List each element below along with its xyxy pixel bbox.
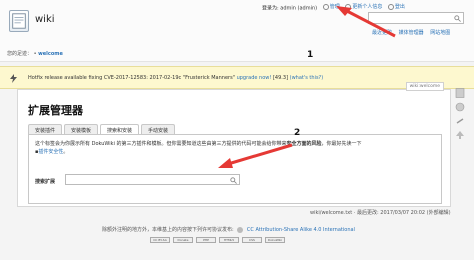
license-link[interactable]: CC Attribution-Share Alike 4.0 Internati… xyxy=(247,227,355,233)
badge-dokuwiki[interactable]: DokuWiki xyxy=(265,237,285,243)
badge-php[interactable]: PHP xyxy=(196,237,216,243)
sitemap-link[interactable]: 网站地图 xyxy=(430,30,450,36)
site-tools: 最近更改 媒体管理器 网站地图 xyxy=(367,29,450,36)
search-icon[interactable] xyxy=(454,15,461,22)
page-title: 扩展管理器 xyxy=(28,104,83,117)
cc-icon xyxy=(237,226,244,233)
badge-html5[interactable]: HTML5 xyxy=(219,237,239,243)
profile-link[interactable]: 更新个人信息 xyxy=(345,3,382,10)
breadcrumb-welcome[interactable]: welcome xyxy=(38,51,63,57)
license-text: 除额外注明的地方外，本维基上的内容按下列许可协议发布: xyxy=(102,227,234,233)
site-title[interactable]: wiki xyxy=(35,14,55,25)
hotfix-notice: Hotfix release available fixing CVE-2017… xyxy=(0,66,474,89)
notice-text: Hotfix release available fixing CVE-2017… xyxy=(28,75,235,81)
lightning-icon xyxy=(10,74,17,83)
plugin-security-link[interactable]: 插件安全性 xyxy=(38,149,63,155)
logout-link[interactable]: 登出 xyxy=(387,3,405,10)
badge-donate[interactable]: Donate xyxy=(173,237,193,243)
whats-this-link[interactable]: (what's this?) xyxy=(290,75,324,81)
badge-cc[interactable]: CC BY-SA xyxy=(150,237,170,243)
user-icon xyxy=(345,3,352,10)
gear-icon xyxy=(322,3,329,10)
page-icon[interactable] xyxy=(455,88,465,98)
wiki-logo[interactable] xyxy=(9,10,29,32)
user-tools: 登录为: admin (admin) 管理 更新个人信息 登出 xyxy=(262,3,405,12)
media-manager-link[interactable]: 媒体管理器 xyxy=(399,30,424,36)
backlinks-icon[interactable] xyxy=(455,116,465,126)
tab-panel: 这个标签会为你展示所有 DokuWiki 的第三方插件和模板。但你需要知道这些由… xyxy=(28,134,442,204)
back-to-top-icon[interactable] xyxy=(455,130,465,140)
page-tools xyxy=(455,88,467,144)
logout-icon xyxy=(387,3,394,10)
badge-css[interactable]: CSS xyxy=(242,237,262,243)
breadcrumb: 您的足迹： • welcome xyxy=(7,51,63,57)
intro-text: 这个标签会为你展示所有 DokuWiki 的第三方插件和模板。但你需要知道这些由… xyxy=(35,141,362,155)
revisions-icon[interactable] xyxy=(455,102,465,112)
doc-info: wiki/welcome.txt · 最后更改: 2017/03/07 20:0… xyxy=(310,210,451,216)
admin-link[interactable]: 管理 xyxy=(322,3,340,10)
search-icon[interactable] xyxy=(230,177,237,184)
annotation-number-1: 1 xyxy=(307,50,314,60)
page-id: wiki:welcome xyxy=(405,82,444,91)
logged-in-as: 登录为: admin (admin) xyxy=(262,5,318,12)
upgrade-link[interactable]: upgrade now! xyxy=(237,75,272,81)
annotation-number-2: 2 xyxy=(294,128,301,138)
site-search-input[interactable] xyxy=(368,12,464,24)
notice-version: [49.3] xyxy=(272,75,289,81)
recent-changes-link[interactable]: 最近更改 xyxy=(372,30,392,36)
extension-search-input[interactable] xyxy=(65,174,240,185)
footer: 除额外注明的地方外，本维基上的内容按下列许可协议发布: CC Attributi… xyxy=(0,222,474,260)
header: wiki 登录为: admin (admin) 管理 更新个人信息 登出 最近更… xyxy=(0,0,474,62)
footer-badges: CC BY-SA Donate PHP HTML5 CSS DokuWiki xyxy=(150,237,285,243)
page-content: wiki:welcome 扩展管理器 安装插件 安装模板 搜索和安装 手动安装 … xyxy=(17,82,451,207)
search-extensions-label: 搜索扩展 xyxy=(35,179,56,185)
